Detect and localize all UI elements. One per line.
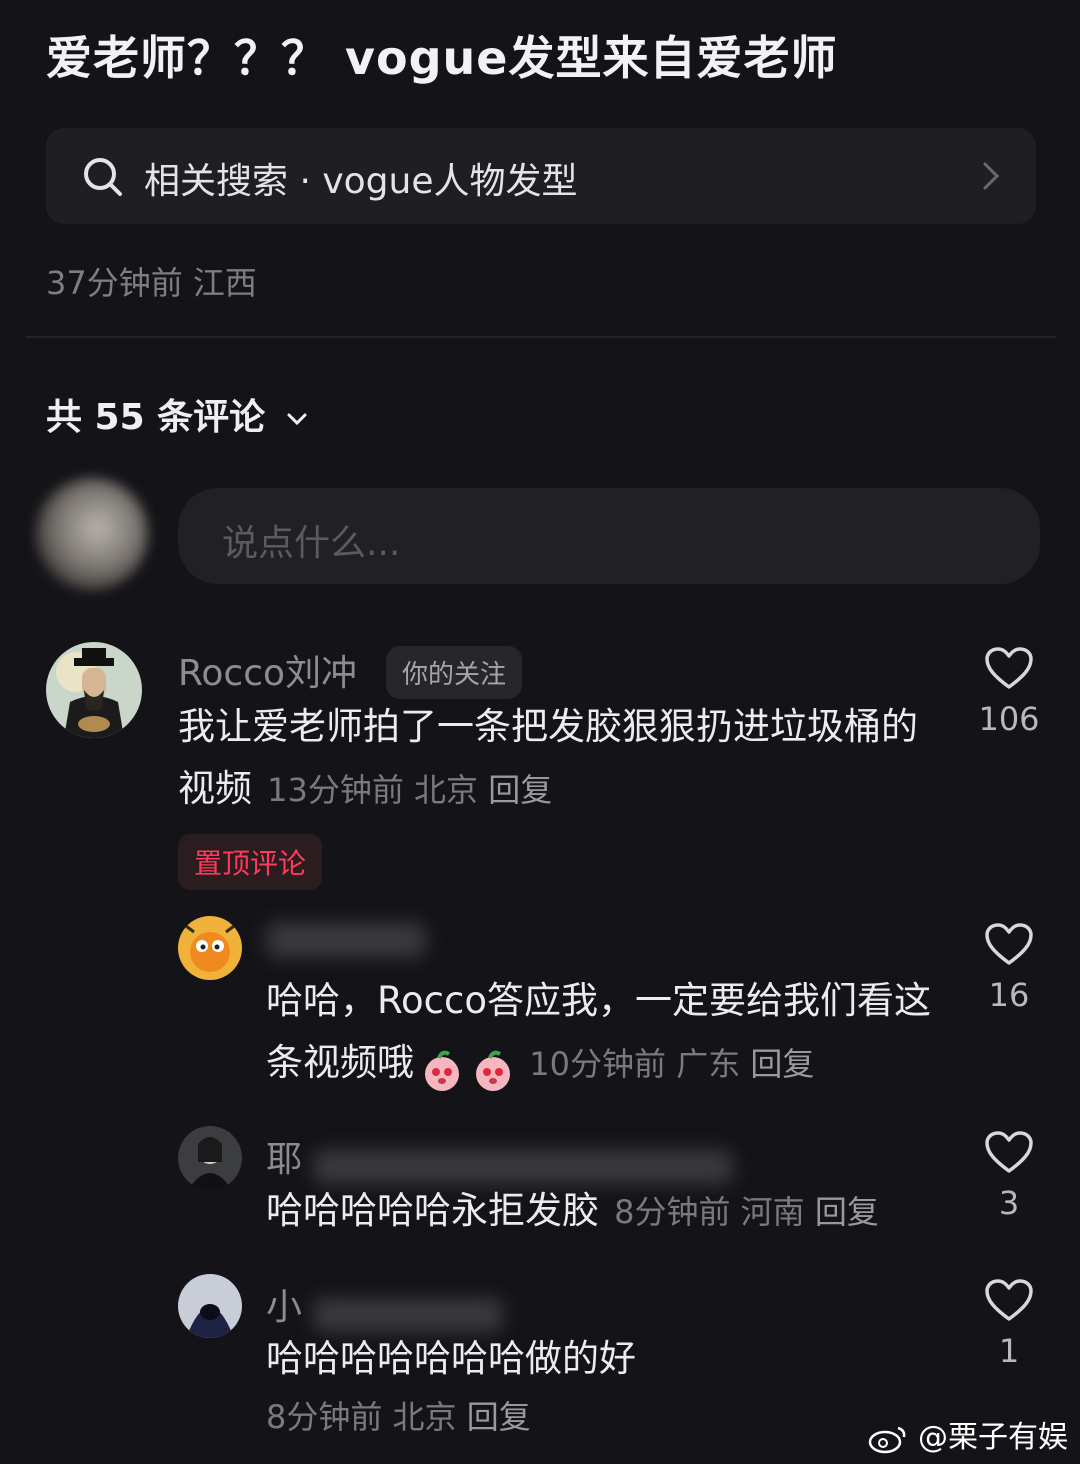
reply-author-row[interactable]: 小 (266, 1278, 504, 1332)
reply-author: 耶 (266, 1139, 303, 1180)
comment-time: 13分钟前 (267, 771, 404, 809)
related-search-bar[interactable]: 相关搜索 · vogue人物发型 (46, 128, 1036, 224)
reply-button[interactable]: 回复 (488, 771, 552, 809)
post-meta: 37分钟前 江西 (46, 264, 257, 302)
peach-emoji-icon (470, 1048, 516, 1094)
chevron-down-icon (287, 413, 307, 426)
reply-author: 小 (266, 1287, 303, 1328)
heart-icon (985, 923, 1033, 965)
reply-button[interactable]: 回复 (467, 1398, 531, 1436)
avatar[interactable] (178, 916, 242, 980)
like-button[interactable]: 16 (964, 922, 1054, 1014)
avatar[interactable] (46, 642, 142, 738)
comment-body: 我让爱老师拍了一条把发胶狠狠扔进垃圾桶的视频 13分钟前 北京 回复 (178, 696, 948, 820)
reply-button[interactable]: 回复 (815, 1193, 879, 1231)
watermark-text: @栗子有娱 (918, 1420, 1068, 1455)
comment-input-placeholder: 说点什么... (222, 523, 401, 564)
reply-location: 北京 (392, 1398, 457, 1436)
reply-body: 哈哈哈哈哈哈哈做的好 8分钟前 北京 回复 (266, 1328, 946, 1438)
reply-body: 哈哈，Rocco答应我，一定要给我们看这条视频哦 10分钟前 广东 回复 (266, 970, 946, 1094)
comment-location: 北京 (414, 771, 479, 809)
blurred-username (313, 1149, 734, 1184)
like-button[interactable]: 106 (964, 646, 1054, 738)
reply-time: 8分钟前 (614, 1193, 731, 1231)
reply-text: 哈哈哈哈哈永拒发胶 (266, 1189, 599, 1232)
following-tag: 你的关注 (386, 646, 523, 699)
reply-time: 10分钟前 (529, 1045, 667, 1083)
comment-count-toggle[interactable]: 共 55 条评论 (46, 388, 308, 440)
like-count: 106 (978, 700, 1040, 738)
avatar[interactable] (178, 1274, 242, 1338)
reply-location: 广东 (676, 1045, 741, 1083)
like-count: 16 (988, 976, 1030, 1014)
search-icon (82, 156, 124, 202)
related-search-label: 相关搜索 · vogue人物发型 (144, 161, 578, 202)
reply-author[interactable] (266, 922, 426, 958)
reply-text: 哈哈哈哈哈哈哈做的好 (266, 1337, 636, 1380)
weibo-logo-icon (869, 1426, 906, 1453)
like-button[interactable]: 1 (964, 1278, 1054, 1370)
reply-time: 8分钟前 (266, 1398, 383, 1436)
peach-emoji-icon (419, 1048, 465, 1094)
chevron-right-icon (982, 161, 1000, 195)
heart-icon (985, 1131, 1033, 1173)
reply-body: 哈哈哈哈哈永拒发胶 8分钟前 河南 回复 (266, 1180, 946, 1242)
reply-location: 河南 (740, 1193, 805, 1231)
avatar[interactable] (178, 1126, 242, 1190)
like-count: 3 (998, 1184, 1020, 1222)
reply-button[interactable]: 回复 (750, 1045, 814, 1083)
heart-icon (985, 1279, 1033, 1321)
watermark: @栗子有娱 (868, 1412, 1068, 1456)
heart-icon (985, 647, 1033, 689)
blurred-username (313, 1297, 504, 1332)
divider (26, 336, 1056, 338)
like-count: 1 (998, 1332, 1020, 1370)
like-button[interactable]: 3 (964, 1130, 1054, 1222)
comment-input[interactable]: 说点什么... (178, 488, 1040, 584)
reply-author-row[interactable]: 耶 (266, 1130, 734, 1184)
current-user-avatar (36, 478, 148, 590)
pinned-comment-badge: 置顶评论 (178, 834, 323, 890)
post-title: 爱老师？？？ vogue发型来自爱老师 (46, 31, 838, 85)
comment-count-label: 共 55 条评论 (46, 397, 266, 438)
comment-author[interactable]: Rocco刘冲 (178, 644, 357, 696)
